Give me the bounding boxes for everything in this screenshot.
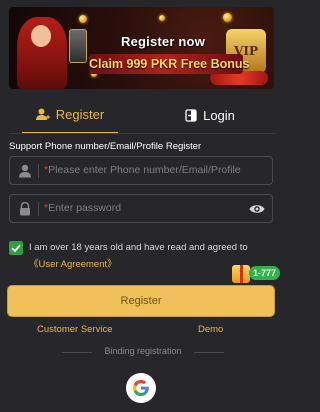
tab-register[interactable]: Register	[22, 97, 118, 134]
agreement-checkbox[interactable]	[9, 241, 23, 255]
divider-line-right	[194, 352, 224, 353]
account-placeholder: *Please enter Phone number/Email/Profile	[44, 157, 241, 184]
auth-tabs: Register Login	[0, 97, 285, 134]
account-placeholder-text: Please enter Phone number/Email/Profile	[48, 164, 241, 176]
password-placeholder: *Enter password	[44, 195, 121, 222]
coin-decoration	[79, 15, 87, 23]
register-screen: VIP Register now Claim 999 PKR Free Bonu…	[0, 0, 285, 412]
input-divider	[38, 202, 39, 216]
support-label: Support Phone number/Email/Profile Regis…	[9, 141, 202, 152]
show-password-icon[interactable]	[249, 203, 265, 215]
lock-icon	[20, 202, 30, 216]
mascot-face	[31, 25, 51, 47]
user-agreement-link[interactable]: 《User Agreement》	[29, 259, 117, 270]
binding-registration-label: Binding registration	[104, 346, 182, 356]
tab-register-label: Register	[55, 107, 105, 122]
register-button[interactable]: Register	[7, 285, 275, 317]
agreement-sentence: I am over 18 years old and have read and…	[29, 242, 248, 253]
input-divider	[38, 164, 39, 178]
user-plus-icon	[35, 108, 50, 120]
password-input[interactable]: *Enter password	[9, 194, 273, 223]
checkmark-icon	[11, 244, 21, 253]
tab-login-label: Login	[203, 108, 235, 123]
demo-link[interactable]: Demo	[198, 324, 223, 335]
password-placeholder-text: Enter password	[48, 202, 122, 214]
phone-illustration	[69, 29, 87, 63]
tab-divider	[9, 133, 276, 134]
user-icon	[19, 164, 31, 178]
google-icon	[133, 380, 149, 396]
google-login-button[interactable]	[126, 373, 156, 403]
binding-registration-divider: Binding registration	[62, 346, 224, 358]
coin-decoration	[159, 15, 165, 21]
promo-badge[interactable]: 1-777	[249, 266, 281, 280]
account-input[interactable]: *Please enter Phone number/Email/Profile	[9, 156, 273, 185]
coin-decoration	[223, 13, 232, 22]
customer-service-link[interactable]: Customer Service	[37, 324, 113, 335]
gift-ribbon	[240, 265, 243, 283]
banner-bonus-text: Claim 999 PKR Free Bonus	[89, 54, 249, 74]
tab-login[interactable]: Login	[162, 97, 258, 134]
promo-banner[interactable]: VIP Register now Claim 999 PKR Free Bonu…	[9, 7, 274, 89]
banner-headline: Register now	[120, 34, 206, 49]
login-door-icon	[185, 109, 197, 122]
